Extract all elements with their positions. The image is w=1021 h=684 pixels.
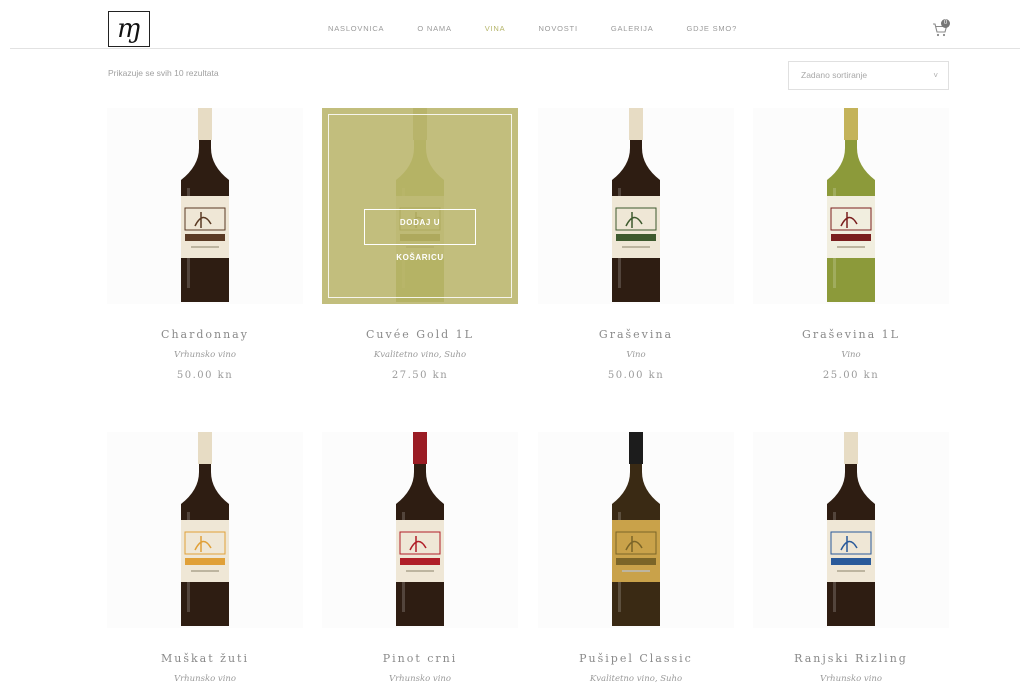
product-category: Vrhunsko vino: [173, 350, 237, 360]
product-title[interactable]: Ranjski Rizling: [753, 652, 949, 665]
bottle-capsule: [629, 432, 643, 464]
product-image[interactable]: DODAJ U KOŠARICU: [322, 108, 518, 304]
product-category: Vrhunsko vino: [388, 674, 452, 684]
product-title[interactable]: Chardonnay: [107, 328, 303, 341]
add-to-cart-label-line2: KOŠARICU: [396, 253, 444, 262]
label-text-line: [191, 570, 219, 572]
bottle-label: [827, 520, 875, 582]
product-price: 50.00 kn: [607, 370, 665, 381]
add-to-cart-label: DODAJ U: [399, 218, 441, 227]
bottle-capsule: [844, 432, 858, 464]
result-count: Prikazuje se svih 10 rezultata: [108, 68, 219, 78]
nav-item-vina[interactable]: VINA: [485, 23, 506, 35]
product-price: 50.00 kn: [176, 370, 234, 381]
bottle-capsule: [629, 108, 643, 140]
bottle-label: [181, 196, 229, 258]
main-nav: NASLOVNICA O NAMA VINA NOVOSTI GALERIJA …: [328, 23, 770, 35]
product-title[interactable]: Graševina: [538, 328, 734, 341]
label-band: [185, 558, 225, 565]
product-title[interactable]: Pinot crni: [322, 652, 518, 665]
nav-item-o-nama[interactable]: O NAMA: [417, 23, 451, 35]
label-band: [185, 234, 225, 241]
label-text-line: [837, 246, 865, 248]
bottle-capsule: [844, 108, 858, 140]
product-category: Kvalitetno vino, Suho: [589, 674, 683, 684]
product-title[interactable]: Muškat žuti: [107, 652, 303, 665]
sort-selected-value: Zadano sortiranje: [801, 70, 868, 80]
bottle-label: [827, 196, 875, 258]
product-image[interactable]: [538, 432, 734, 628]
label-text-line: [406, 570, 434, 572]
product-image[interactable]: [107, 108, 303, 304]
nav-item-novosti[interactable]: NOVOSTI: [538, 23, 577, 35]
label-text-line: [191, 246, 219, 248]
product-image[interactable]: [538, 108, 734, 304]
label-text-line: [622, 246, 650, 248]
wine-bottle-image: [612, 432, 660, 626]
product-image[interactable]: [753, 108, 949, 304]
nav-item-naslovnica[interactable]: NASLOVNICA: [328, 23, 384, 35]
product-category: Vrhunsko vino: [173, 674, 237, 684]
label-band: [616, 234, 656, 241]
bottle-label: [612, 196, 660, 258]
wine-bottle-image: [827, 108, 875, 302]
product-title[interactable]: Graševina 1L: [753, 328, 949, 341]
wine-bottle-image: [181, 432, 229, 626]
label-band: [831, 558, 871, 565]
cart-count-badge: 0: [941, 19, 950, 28]
wine-bottle-image: [181, 108, 229, 302]
nav-item-gdje-smo[interactable]: GDJE SMO?: [687, 23, 738, 35]
logo-mark: ɱ: [116, 14, 142, 44]
product-category: Vino: [841, 350, 861, 360]
bottle-label: [396, 520, 444, 582]
product-title[interactable]: Pušipel Classic: [538, 652, 734, 665]
wine-bottle-image: [612, 108, 660, 302]
chevron-down-icon: ˅: [933, 71, 938, 80]
label-text-line: [837, 570, 865, 572]
bottle-capsule: [198, 108, 212, 140]
overlay-frame: [328, 114, 512, 298]
site-header: ɱ NASLOVNICA O NAMA VINA NOVOSTI GALERIJ…: [0, 0, 1021, 49]
bottle-capsule: [413, 432, 427, 464]
product-hover-overlay: DODAJ U KOŠARICU: [322, 108, 518, 304]
bottle-label: [181, 520, 229, 582]
nav-item-galerija[interactable]: GALERIJA: [611, 23, 654, 35]
product-image[interactable]: [322, 432, 518, 628]
add-to-cart-button[interactable]: [364, 209, 476, 245]
cart-button[interactable]: 0: [932, 19, 952, 38]
header-divider: [10, 48, 1020, 49]
wine-bottle-image: [396, 432, 444, 626]
product-category: Vrhunsko vino: [819, 674, 883, 684]
product-category: Vino: [626, 350, 646, 360]
product-category: Kvalitetno vino, Suho: [373, 350, 467, 360]
label-text-line: [622, 570, 650, 572]
logo[interactable]: ɱ: [108, 11, 150, 47]
product-image[interactable]: [107, 432, 303, 628]
bottle-label: [612, 520, 660, 582]
product-image[interactable]: [753, 432, 949, 628]
sort-select[interactable]: Zadano sortiranje ˅: [788, 61, 949, 90]
product-price: 27.50 kn: [391, 370, 449, 381]
wine-bottle-image: [827, 432, 875, 626]
label-band: [400, 558, 440, 565]
product-price: 25.00 kn: [822, 370, 880, 381]
product-title[interactable]: Cuvée Gold 1L: [322, 328, 518, 341]
label-band: [616, 558, 656, 565]
bottle-capsule: [198, 432, 212, 464]
label-band: [831, 234, 871, 241]
